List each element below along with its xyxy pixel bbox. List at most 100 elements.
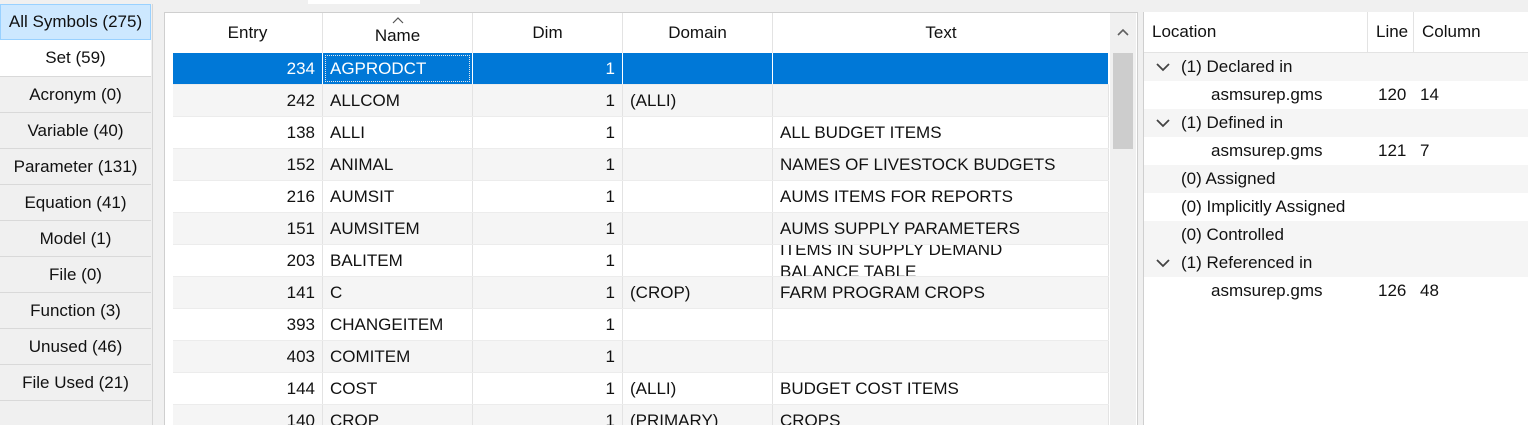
tab-acronym[interactable]: Acronym (0) [0, 77, 151, 113]
tab-parameter[interactable]: Parameter (131) [0, 149, 151, 185]
table-row[interactable]: 141 C 1 (CROP) FARM PROGRAM CROPS [173, 277, 1109, 309]
text-cell [773, 53, 1109, 84]
group-label: (0) Controlled [1181, 225, 1284, 244]
focus-rectangle [325, 55, 470, 82]
tab-file-used[interactable]: File Used (21) [0, 365, 151, 401]
name-cell: AUMSIT [323, 181, 473, 212]
entry-cell: 140 [173, 405, 323, 425]
table-row[interactable]: 152 ANIMAL 1 NAMES OF LIVESTOCK BUDGETS [173, 149, 1109, 181]
domain-cell: (CROP) [623, 277, 773, 308]
column-header-label: Column [1422, 22, 1481, 41]
tab-label: Unused (46) [28, 336, 123, 356]
dim-cell: 1 [473, 309, 623, 340]
tab-unused[interactable]: Unused (46) [0, 329, 151, 365]
scrollbar-thumb[interactable] [1113, 53, 1133, 149]
column-header-label: Entry [227, 23, 268, 42]
entry-cell: 152 [173, 149, 323, 180]
tab-label: Acronym (0) [29, 84, 122, 104]
tab-all-symbols[interactable]: All Symbols (275) [0, 4, 151, 40]
chevron-down-icon[interactable] [1156, 62, 1170, 72]
reference-group-declared[interactable]: (1) Declared in [1144, 53, 1528, 81]
column-header-label: Name [374, 26, 421, 45]
entry-cell: 242 [173, 85, 323, 116]
table-row[interactable]: 393 CHANGEITEM 1 [173, 309, 1109, 341]
reference-header: Location Line Column [1144, 12, 1528, 53]
dim-cell: 1 [473, 53, 623, 84]
table-row[interactable]: 234 AGPRODCT 1 [173, 53, 1109, 85]
scroll-up-arrow-icon [1117, 28, 1129, 36]
column-header-column[interactable]: Column [1414, 12, 1528, 52]
reference-group-referenced[interactable]: (1) Referenced in [1144, 249, 1528, 277]
reference-group-controlled[interactable]: (0) Controlled [1144, 221, 1528, 249]
tab-label: Equation (41) [24, 192, 127, 212]
table-row[interactable]: 203 BALITEM 1 ITEMS IN SUPPLY DEMAND BAL… [173, 245, 1109, 277]
table-row[interactable]: 138 ALLI 1 ALL BUDGET ITEMS [173, 117, 1109, 149]
tab-model[interactable]: Model (1) [0, 221, 151, 257]
reference-location-row[interactable]: asmsurep.gms 120 14 [1144, 81, 1528, 109]
column-header-name[interactable]: Name [323, 13, 473, 53]
tab-function[interactable]: Function (3) [0, 293, 151, 329]
table-row[interactable]: 403 COMITEM 1 [173, 341, 1109, 373]
dim-cell: 1 [473, 405, 623, 425]
text-cell: AUMS SUPPLY PARAMETERS [773, 213, 1109, 244]
dim-cell: 1 [473, 149, 623, 180]
entry-cell: 138 [173, 117, 323, 148]
group-label: (1) Referenced in [1181, 253, 1313, 272]
table-row[interactable]: 144 COST 1 (ALLI) BUDGET COST ITEMS [173, 373, 1109, 405]
entry-cell: 216 [173, 181, 323, 212]
reference-location-row[interactable]: asmsurep.gms 121 7 [1144, 137, 1528, 165]
chevron-down-icon[interactable] [1156, 118, 1170, 128]
column-header-dim[interactable]: Dim [473, 13, 623, 53]
table-row[interactable]: 140 CROP 1 (PRIMARY) CROPS [173, 405, 1109, 425]
tab-label: File (0) [49, 264, 102, 284]
domain-cell [623, 309, 773, 340]
table-row[interactable]: 242 ALLCOM 1 (ALLI) [173, 85, 1109, 117]
column-header-label: Line [1376, 22, 1409, 41]
symbol-table: Entry Name Dim Domain Text 234 AGPRODCT … [164, 12, 1138, 425]
column-header-label: Dim [532, 23, 563, 42]
column-header-location[interactable]: Location [1144, 12, 1368, 52]
chevron-down-icon[interactable] [1156, 258, 1170, 268]
reference-location-row[interactable]: asmsurep.gms 126 48 [1144, 277, 1528, 305]
line-number: 121 [1378, 141, 1407, 160]
dim-cell: 1 [473, 181, 623, 212]
column-header-line[interactable]: Line [1368, 12, 1414, 52]
dim-cell: 1 [473, 245, 623, 276]
tab-equation[interactable]: Equation (41) [0, 185, 151, 221]
reference-group-assigned[interactable]: (0) Assigned [1144, 165, 1528, 193]
domain-cell [623, 341, 773, 372]
entry-cell: 151 [173, 213, 323, 244]
reference-group-defined[interactable]: (1) Defined in [1144, 109, 1528, 137]
column-header-entry[interactable]: Entry [173, 13, 323, 53]
vertical-scrollbar[interactable] [1110, 13, 1136, 425]
column-header-label: Text [925, 23, 957, 42]
column-header-text[interactable]: Text [773, 13, 1109, 53]
entry-cell: 393 [173, 309, 323, 340]
line-number: 120 [1378, 85, 1407, 104]
active-editor-tab-indicator[interactable] [308, 0, 420, 4]
domain-cell [623, 181, 773, 212]
name-cell: COST [323, 373, 473, 404]
tab-file[interactable]: File (0) [0, 257, 151, 293]
tab-variable[interactable]: Variable (40) [0, 113, 151, 149]
domain-cell [623, 117, 773, 148]
name-cell: COMITEM [323, 341, 473, 372]
tab-label: All Symbols (275) [8, 12, 143, 31]
domain-cell [623, 53, 773, 84]
domain-cell [623, 149, 773, 180]
table-row[interactable]: 151 AUMSITEM 1 AUMS SUPPLY PARAMETERS [173, 213, 1109, 245]
text-cell [773, 309, 1109, 340]
scroll-up-button[interactable] [1110, 13, 1136, 51]
text-cell: ITEMS IN SUPPLY DEMAND BALANCE TABLE [773, 245, 1109, 276]
file-name: asmsurep.gms [1211, 281, 1323, 300]
column-header-domain[interactable]: Domain [623, 13, 773, 53]
tab-set[interactable]: Set (59) [0, 40, 151, 77]
column-number: 7 [1420, 141, 1430, 160]
column-number: 14 [1420, 85, 1439, 104]
name-cell: BALITEM [323, 245, 473, 276]
dim-cell: 1 [473, 213, 623, 244]
reference-panel: Location Line Column (1) Declared in asm… [1143, 12, 1528, 425]
group-label: (1) Declared in [1181, 57, 1293, 76]
reference-group-implicitly-assigned[interactable]: (0) Implicitly Assigned [1144, 193, 1528, 221]
table-row[interactable]: 216 AUMSIT 1 AUMS ITEMS FOR REPORTS [173, 181, 1109, 213]
